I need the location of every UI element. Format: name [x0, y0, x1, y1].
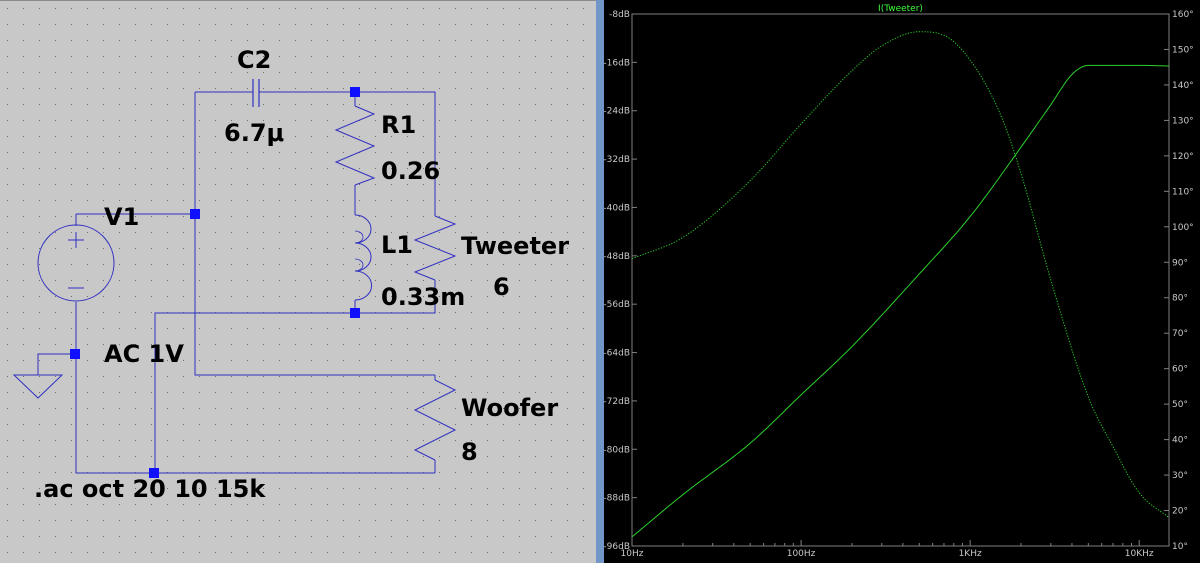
y-left-tick-label: -24dB — [604, 107, 630, 117]
waveform-viewer[interactable]: -8dB -16dB -24dB -32dB -40dB -48dB -56dB -64dB -… — [604, 0, 1200, 563]
y-left-tick-label: -48dB — [604, 252, 630, 262]
c2-value-label: 6.7μ — [224, 119, 284, 147]
x-tick-label: 100Hz — [787, 549, 816, 559]
y-right-tick-label: 160° — [1172, 10, 1194, 20]
woofer-name-label: Woofer — [461, 394, 558, 422]
y-left-tick-label: -72dB — [604, 397, 630, 407]
x-tick-label: 10KHz — [1125, 549, 1154, 559]
plot-border — [631, 13, 1170, 547]
y-right-tick-label: 150° — [1172, 45, 1194, 55]
y-right-tick-label: 20° — [1172, 507, 1188, 517]
y-right-tick-label: 100° — [1172, 223, 1194, 233]
y-right-tick-label: 30° — [1172, 471, 1188, 481]
x-tick-label: 10Hz — [621, 549, 644, 559]
right-axis: 160° 150° 140° 130° 120° 110° 100° 90° 80° 70° 60°… — [1164, 10, 1194, 552]
c2-name-label: C2 — [237, 46, 271, 74]
v1-value-label: AC 1V — [104, 340, 184, 368]
y-right-tick-label: 10° — [1172, 542, 1188, 552]
plot-traces — [631, 31, 1170, 538]
y-right-tick-label: 130° — [1172, 116, 1194, 126]
y-right-tick-label: 50° — [1172, 400, 1188, 410]
junction-l1-bottom — [350, 308, 360, 318]
y-right-tick-label: 140° — [1172, 81, 1194, 91]
plot-frame — [631, 13, 1170, 547]
r1-value-label: 0.26 — [381, 157, 440, 185]
tweeter-value-label: 6 — [493, 273, 510, 301]
y-left-tick-label: -8dB — [609, 10, 630, 20]
tweeter-name-label: Tweeter — [461, 232, 569, 260]
y-right-tick-label: 90° — [1172, 258, 1188, 268]
l1-name-label: L1 — [381, 231, 413, 259]
y-left-tick-label: -64dB — [604, 349, 630, 359]
x-tick-label: 1KHz — [959, 549, 982, 559]
spice-directive[interactable]: .ac oct 20 10 15k — [34, 475, 266, 503]
y-left-tick-label: -40dB — [604, 203, 630, 213]
v1-name-label: V1 — [104, 203, 139, 231]
schematic-canvas[interactable]: C2 6.7μ R1 0.26 L1 0.33m Tweeter 6 Woofe… — [0, 0, 596, 563]
y-left-tick-label: -56dB — [604, 300, 630, 310]
woofer-value-label: 8 — [461, 438, 478, 466]
y-left-tick-label: -80dB — [604, 445, 630, 455]
y-right-tick-label: 60° — [1172, 365, 1188, 375]
junction-v1 — [190, 209, 200, 219]
y-left-tick-label: -16dB — [604, 58, 630, 68]
window-divider[interactable] — [596, 0, 604, 563]
phase-trace — [631, 31, 1170, 518]
y-right-tick-label: 40° — [1172, 436, 1188, 446]
x-axis: 10Hz 100Hz 1KHz 10KHz — [621, 540, 1154, 559]
magnitude-trace — [631, 64, 1169, 538]
y-right-tick-label: 110° — [1172, 187, 1194, 197]
r1-name-label: R1 — [381, 111, 416, 139]
junction-r1-top — [350, 87, 360, 97]
junction-ground — [70, 349, 80, 359]
y-right-tick-label: 120° — [1172, 152, 1194, 162]
y-right-tick-label: 70° — [1172, 329, 1188, 339]
y-right-tick-label: 80° — [1172, 294, 1188, 304]
schematic-editor[interactable]: C2 6.7μ R1 0.26 L1 0.33m Tweeter 6 Woofe… — [0, 0, 596, 563]
y-left-tick-label: -88dB — [604, 494, 630, 504]
l1-value-label: 0.33m — [381, 283, 465, 311]
plot-canvas[interactable]: -8dB -16dB -24dB -32dB -40dB -48dB -56dB -64dB -… — [604, 0, 1200, 563]
trace-label[interactable]: I(Tweeter) — [878, 4, 923, 14]
y-left-tick-label: -32dB — [604, 155, 630, 165]
